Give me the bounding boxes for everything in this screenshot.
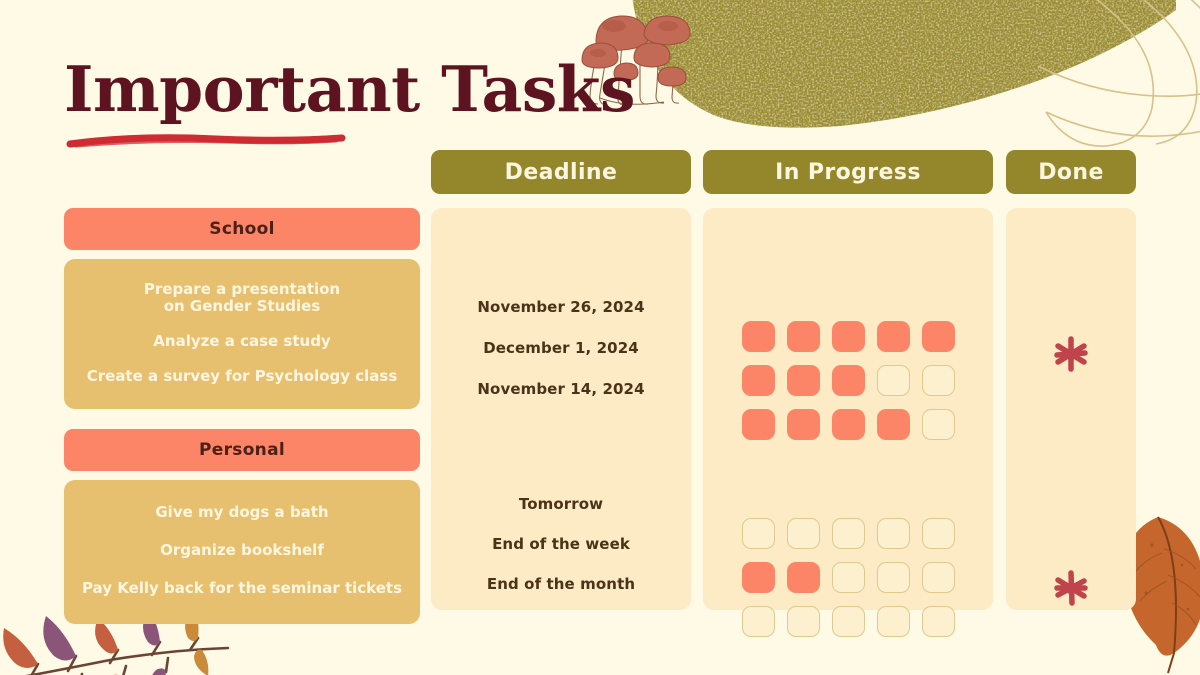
progress-cell-filled[interactable] <box>741 409 775 440</box>
progress-cell-filled[interactable] <box>786 365 820 396</box>
column-deadline: Deadline November 26, 2024 December 1, 2… <box>431 150 691 610</box>
progress-cell-empty[interactable] <box>876 606 910 637</box>
progress-row <box>741 518 955 549</box>
progress-cell-empty[interactable] <box>921 518 955 549</box>
star-asterisk-icon <box>1054 336 1088 372</box>
progress-cell-empty[interactable] <box>741 518 775 549</box>
title-underline-stroke <box>66 134 346 148</box>
column-header-done[interactable]: Done <box>1006 150 1136 194</box>
deadline-item[interactable]: End of the month <box>487 575 635 593</box>
progress-cell-filled[interactable] <box>831 365 865 396</box>
task-group-personal: Personal Give my dogs a bath Organize bo… <box>64 429 420 624</box>
group-label-personal: Personal <box>199 440 285 460</box>
progress-cell-empty[interactable] <box>831 562 865 593</box>
progress-cell-filled[interactable] <box>741 562 775 593</box>
progress-row <box>741 409 955 440</box>
progress-cell-empty[interactable] <box>831 606 865 637</box>
progress-cell-empty[interactable] <box>831 518 865 549</box>
task-groups-column: School Prepare a presentation on Gender … <box>64 208 420 624</box>
column-label-in-progress: In Progress <box>775 159 921 185</box>
group-header-personal[interactable]: Personal <box>64 429 420 471</box>
group-header-school[interactable]: School <box>64 208 420 250</box>
done-marker-personal[interactable] <box>1006 568 1136 608</box>
progress-cell-filled[interactable] <box>831 409 865 440</box>
progress-cell-filled[interactable] <box>876 321 910 352</box>
column-done: Done <box>1006 150 1136 610</box>
slide-canvas: Important Tasks School Prepare a present… <box>0 0 1200 675</box>
deadline-item[interactable]: December 1, 2024 <box>483 339 639 357</box>
progress-cell-filled[interactable] <box>831 321 865 352</box>
task-group-school: School Prepare a presentation on Gender … <box>64 208 420 409</box>
progress-row <box>741 365 955 396</box>
deadline-item[interactable]: November 14, 2024 <box>477 380 644 398</box>
progress-cell-empty[interactable] <box>741 606 775 637</box>
column-label-deadline: Deadline <box>504 159 618 185</box>
column-header-in-progress[interactable]: In Progress <box>703 150 993 194</box>
task-list-personal: Give my dogs a bath Organize bookshelf P… <box>64 480 420 624</box>
column-body-deadline: November 26, 2024 December 1, 2024 Novem… <box>431 208 691 610</box>
progress-row <box>741 321 955 352</box>
progress-cell-filled[interactable] <box>786 562 820 593</box>
progress-cell-filled[interactable] <box>786 321 820 352</box>
progress-cell-filled[interactable] <box>876 409 910 440</box>
column-header-deadline[interactable]: Deadline <box>431 150 691 194</box>
progress-cell-empty[interactable] <box>921 409 955 440</box>
olive-textured-blob <box>632 0 1176 128</box>
progress-grid-personal <box>703 518 993 637</box>
task-board: School Prepare a presentation on Gender … <box>64 150 1200 675</box>
task-item[interactable]: Analyze a case study <box>153 332 330 351</box>
progress-cell-filled[interactable] <box>786 409 820 440</box>
progress-cell-empty[interactable] <box>921 365 955 396</box>
progress-cell-filled[interactable] <box>921 321 955 352</box>
progress-grid-school <box>703 321 993 440</box>
progress-cell-filled[interactable] <box>741 365 775 396</box>
progress-cell-empty[interactable] <box>786 606 820 637</box>
line-art-petals <box>1037 0 1200 147</box>
column-in-progress: In Progress <box>703 150 993 637</box>
deadline-item[interactable]: Tomorrow <box>519 495 603 513</box>
progress-cell-empty[interactable] <box>921 562 955 593</box>
progress-cell-empty[interactable] <box>921 606 955 637</box>
task-item[interactable]: Prepare a presentation on Gender Studies <box>144 280 340 316</box>
progress-cell-empty[interactable] <box>876 562 910 593</box>
task-list-school: Prepare a presentation on Gender Studies… <box>64 259 420 409</box>
progress-cell-empty[interactable] <box>786 518 820 549</box>
star-asterisk-icon <box>1054 570 1088 606</box>
task-item[interactable]: Create a survey for Psychology class <box>87 367 398 386</box>
page-title: Important Tasks <box>64 52 635 126</box>
deadline-item[interactable]: November 26, 2024 <box>477 298 644 316</box>
progress-cell-filled[interactable] <box>741 321 775 352</box>
progress-row <box>741 606 955 637</box>
deadline-list-school: November 26, 2024 December 1, 2024 Novem… <box>431 292 691 404</box>
task-item[interactable]: Pay Kelly back for the seminar tickets <box>82 579 402 598</box>
task-item[interactable]: Give my dogs a bath <box>155 504 328 522</box>
title-block: Important Tasks <box>64 58 635 149</box>
group-label-school: School <box>209 219 275 239</box>
progress-cell-empty[interactable] <box>876 518 910 549</box>
column-body-done <box>1006 208 1136 610</box>
column-label-done: Done <box>1038 159 1104 185</box>
column-body-in-progress <box>703 208 993 637</box>
deadline-item[interactable]: End of the week <box>492 535 630 553</box>
done-marker-school[interactable] <box>1006 334 1136 374</box>
progress-cell-empty[interactable] <box>876 365 910 396</box>
deadline-list-personal: Tomorrow End of the week End of the mont… <box>431 491 691 597</box>
progress-row <box>741 562 955 593</box>
task-item[interactable]: Organize bookshelf <box>160 541 324 560</box>
